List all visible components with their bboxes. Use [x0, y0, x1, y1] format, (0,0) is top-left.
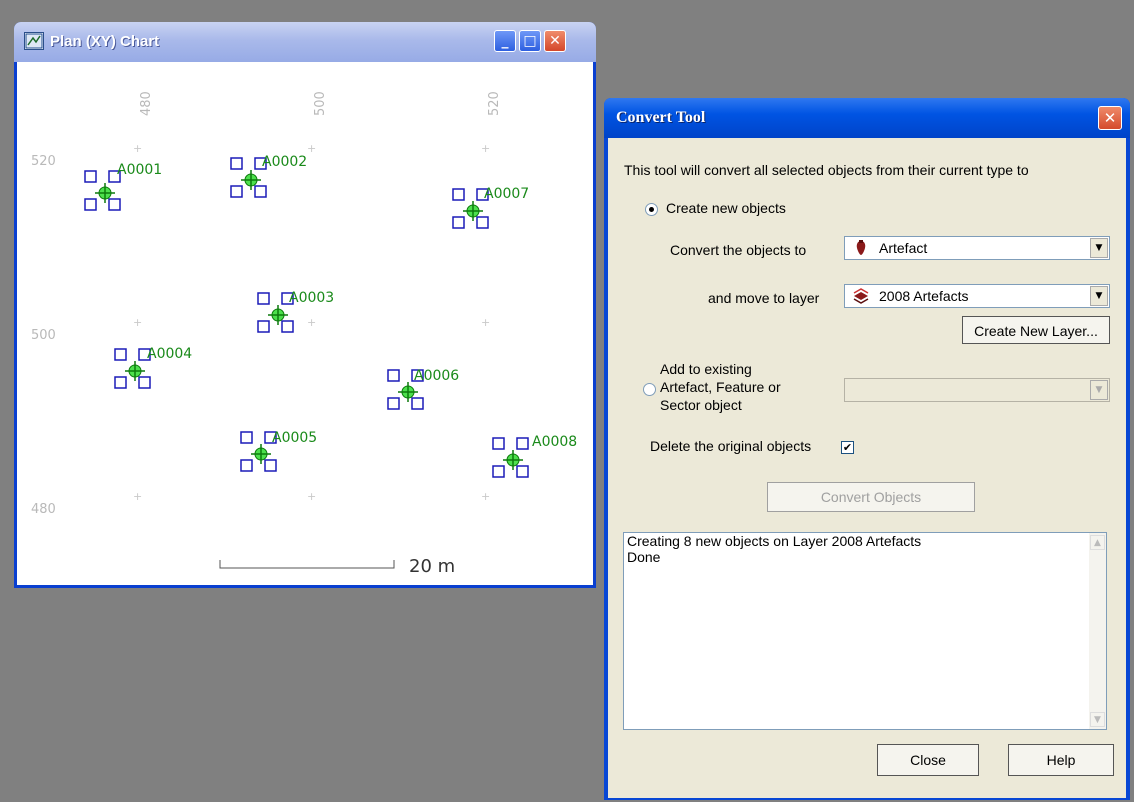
marker-label: A0003: [289, 290, 335, 306]
scroll-up-icon[interactable]: ▲: [1090, 535, 1105, 550]
marker-layer: [84, 157, 529, 478]
move-layer-value: 2008 Artefacts: [879, 288, 969, 304]
marker-label: A0001: [117, 162, 163, 178]
selection-handle: [452, 216, 465, 229]
marker-label: A0002: [262, 154, 308, 170]
marker-label: A0004: [147, 346, 193, 362]
selection-handle: [387, 369, 400, 382]
selection-handle: [281, 320, 294, 333]
maximize-icon: □: [523, 33, 537, 49]
convert-to-select[interactable]: Artefact ▼: [844, 236, 1110, 260]
dialog-close-button[interactable]: ✕: [1098, 106, 1122, 130]
selection-handle: [114, 376, 127, 389]
selection-handle: [114, 348, 127, 361]
move-layer-label: and move to layer: [708, 290, 820, 306]
delete-original-label: Delete the original objects: [650, 438, 812, 454]
close-icon: ✕: [1103, 109, 1117, 127]
selection-handle: [138, 376, 151, 389]
existing-object-select[interactable]: ▼: [844, 378, 1110, 402]
add-existing-label-3: Sector object: [660, 397, 742, 413]
convert-to-value: Artefact: [879, 240, 928, 256]
minimize-icon: _: [501, 33, 509, 49]
selection-handle: [257, 320, 270, 333]
convert-to-label: Convert the objects to: [670, 242, 807, 258]
maximize-button[interactable]: □: [519, 30, 541, 52]
artefact-marker[interactable]: [114, 348, 151, 389]
convert-tool-dialog: Convert Tool ✕ This tool will convert al…: [604, 98, 1130, 800]
close-button[interactable]: Close: [877, 744, 979, 776]
artefact-marker[interactable]: [492, 437, 529, 478]
selection-handle: [230, 185, 243, 198]
selection-handle: [476, 216, 489, 229]
help-button[interactable]: Help: [1008, 744, 1114, 776]
plan-window-title: Plan (XY) Chart: [50, 33, 160, 50]
plan-chart-window: Plan (XY) Chart _ □ ✕ 480 500 520 520 50…: [14, 22, 596, 588]
marker-label: A0007: [484, 186, 530, 202]
create-new-radio[interactable]: [645, 203, 658, 216]
dialog-description: This tool will convert all selected obje…: [624, 162, 1029, 178]
output-log[interactable]: Creating 8 new objects on Layer 2008 Art…: [623, 532, 1107, 730]
artefact-marker[interactable]: [257, 292, 294, 333]
marker-label: A0005: [272, 430, 318, 446]
move-layer-select[interactable]: 2008 Artefacts ▼: [844, 284, 1110, 308]
add-existing-label-2: Artefact, Feature or: [660, 379, 781, 395]
selection-handle: [84, 198, 97, 211]
minimize-button[interactable]: _: [494, 30, 516, 52]
selection-handle: [84, 170, 97, 183]
selection-handle: [257, 292, 270, 305]
marker-label: A0006: [414, 368, 460, 384]
chevron-down-icon[interactable]: ▼: [1090, 286, 1108, 306]
artefact-marker[interactable]: [84, 170, 121, 211]
plan-close-button[interactable]: ✕: [544, 30, 566, 52]
artefact-icon: [856, 240, 866, 255]
selection-handle: [240, 459, 253, 472]
chart-app-icon: [24, 32, 44, 50]
selection-handle: [492, 437, 505, 450]
chevron-down-icon[interactable]: ▼: [1090, 238, 1108, 258]
log-scrollbar[interactable]: ▲ ▼: [1089, 533, 1106, 729]
selection-handle: [264, 459, 277, 472]
selection-handle: [254, 185, 267, 198]
add-existing-radio[interactable]: [643, 383, 656, 396]
delete-original-checkbox[interactable]: ✔: [841, 441, 854, 454]
selection-handle: [387, 397, 400, 410]
plan-window-titlebar[interactable]: Plan (XY) Chart _ □ ✕: [14, 22, 596, 62]
plan-canvas[interactable]: 480 500 520 520 500 480 + + + + + + + + …: [17, 62, 593, 585]
selection-handle: [492, 465, 505, 478]
selection-handle: [452, 188, 465, 201]
chevron-down-icon[interactable]: ▼: [1090, 380, 1108, 400]
close-icon: ✕: [549, 33, 561, 49]
selection-handle: [108, 198, 121, 211]
selection-handle: [230, 157, 243, 170]
dialog-titlebar[interactable]: Convert Tool ✕: [604, 98, 1130, 138]
dialog-body: This tool will convert all selected obje…: [608, 138, 1126, 798]
log-line: Done: [627, 549, 661, 565]
create-new-layer-button[interactable]: Create New Layer...: [962, 316, 1110, 344]
convert-objects-button[interactable]: Convert Objects: [767, 482, 975, 512]
log-line: Creating 8 new objects on Layer 2008 Art…: [627, 533, 922, 549]
selection-handle: [516, 437, 529, 450]
layer-icon: [853, 288, 869, 304]
artefact-marker[interactable]: [240, 431, 277, 472]
artefact-marker[interactable]: [230, 157, 267, 198]
dialog-title: Convert Tool: [616, 109, 706, 126]
add-existing-label-1: Add to existing: [660, 361, 752, 377]
artefact-marker[interactable]: [452, 188, 489, 229]
scroll-down-icon[interactable]: ▼: [1090, 712, 1105, 727]
selection-handle: [516, 465, 529, 478]
marker-label: A0008: [532, 434, 578, 450]
selection-handle: [240, 431, 253, 444]
selection-handle: [411, 397, 424, 410]
create-new-label: Create new objects: [666, 200, 786, 216]
